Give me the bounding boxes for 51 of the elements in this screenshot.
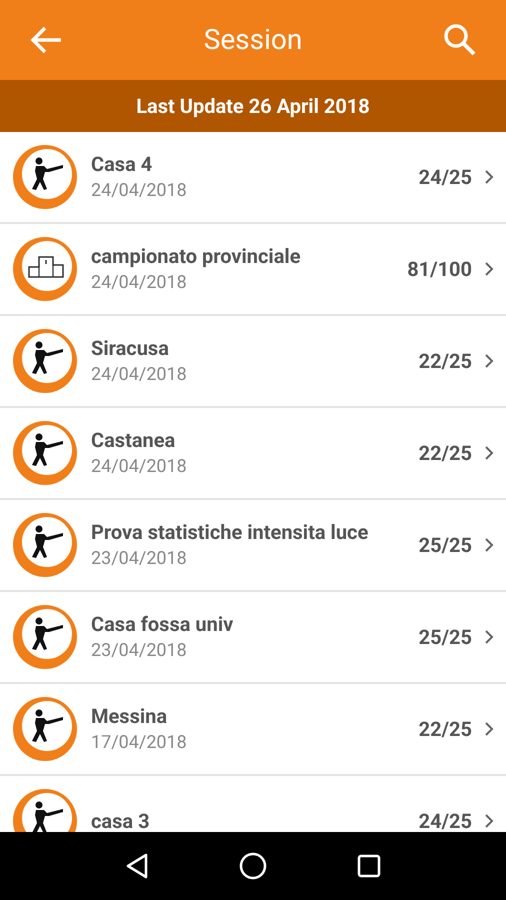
chevron-icon	[484, 353, 494, 369]
session-name: Casa 4	[91, 151, 154, 178]
shooter-icon	[11, 143, 79, 211]
session-date: 23/04/2018	[91, 547, 188, 571]
session-score: 81/100	[407, 256, 472, 283]
shooter-icon	[11, 327, 79, 395]
session-name: Siracusa	[91, 335, 170, 362]
last-update-text: Last Update 26 April 2018	[136, 93, 370, 120]
chevron-icon	[484, 169, 494, 185]
shooter-icon	[11, 695, 79, 763]
session-name: Casa fossa univ	[91, 611, 234, 638]
chevron-icon	[484, 629, 494, 645]
session-row[interactable]: campionato provinciale 24/04/2018 81/100	[0, 224, 506, 316]
session-row[interactable]: Casa fossa univ 23/04/2018 25/25	[0, 592, 506, 684]
session-date: 23/04/2018	[91, 639, 188, 663]
session-row[interactable]: Castanea 24/04/2018 22/25	[0, 408, 506, 500]
session-name: casa 3	[91, 808, 151, 832]
chevron-icon	[484, 813, 494, 829]
shooter-icon	[11, 603, 79, 671]
session-name: campionato provinciale	[91, 243, 302, 270]
session-score: 24/25	[418, 164, 472, 191]
chevron-icon	[484, 537, 494, 553]
chevron-icon	[484, 445, 494, 461]
shooter-icon	[11, 511, 79, 579]
session-score: 25/25	[418, 624, 472, 651]
search-button[interactable]	[442, 22, 478, 58]
session-date: 24/04/2018	[91, 179, 188, 203]
session-date: 17/04/2018	[91, 731, 188, 755]
recents-nav-icon[interactable]	[357, 854, 381, 878]
session-row[interactable]: Siracusa 24/04/2018 22/25	[0, 316, 506, 408]
session-name: Messina	[91, 703, 168, 730]
chevron-icon	[484, 261, 494, 277]
session-name: Prova statistiche intensita luce	[91, 519, 370, 546]
session-score: 22/25	[418, 716, 472, 743]
session-score: 22/25	[418, 440, 472, 467]
session-score: 25/25	[418, 532, 472, 559]
session-date: 24/04/2018	[91, 271, 188, 295]
podium-icon	[11, 235, 79, 303]
session-score: 24/25	[418, 808, 472, 832]
shooter-icon	[11, 419, 79, 487]
app-bar-title: Session	[204, 22, 302, 58]
home-nav-icon[interactable]	[239, 852, 267, 880]
session-score: 22/25	[418, 348, 472, 375]
session-date: 24/04/2018	[91, 363, 188, 387]
session-row[interactable]: Prova statistiche intensita luce 23/04/2018 25/25	[0, 500, 506, 592]
session-name: Castanea	[91, 427, 176, 454]
back-nav-icon[interactable]	[125, 853, 149, 879]
session-row[interactable]: Casa 4 24/04/2018 24/25	[0, 132, 506, 224]
session-date: 24/04/2018	[91, 455, 188, 479]
chevron-icon	[484, 721, 494, 737]
session-row[interactable]: Messina 17/04/2018 22/25	[0, 684, 506, 776]
